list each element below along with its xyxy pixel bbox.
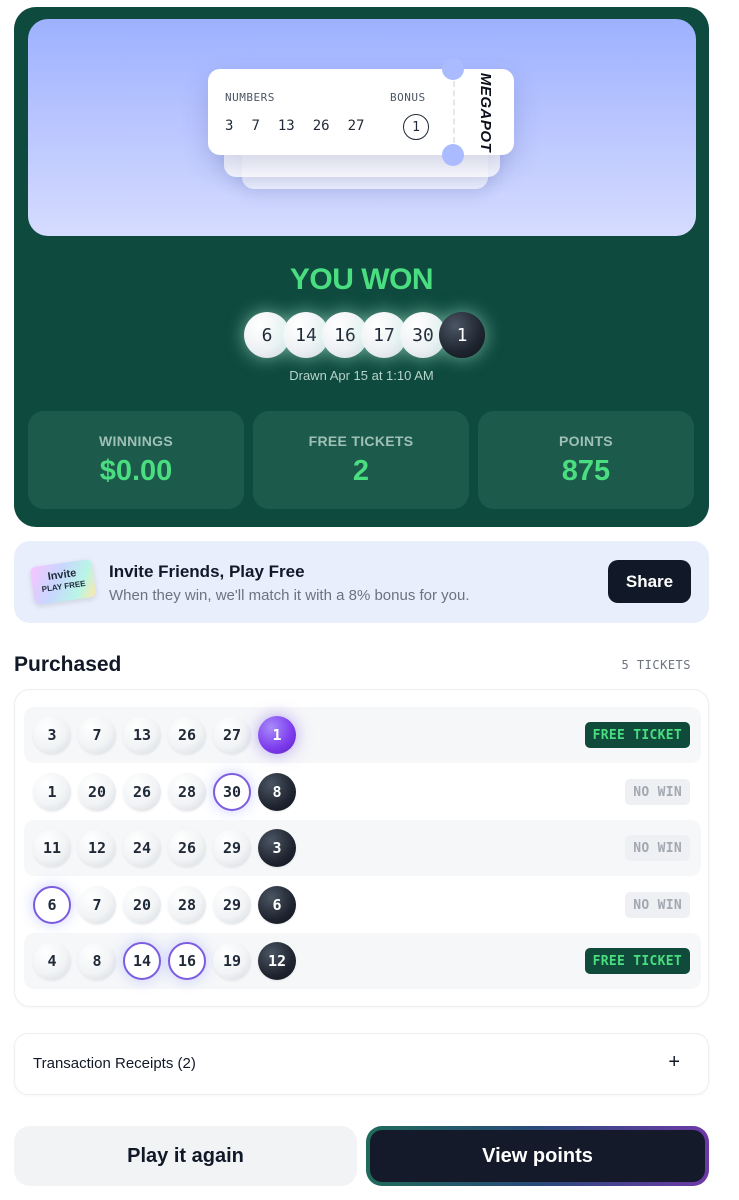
ticket-ball: 20 [123,886,161,924]
draw-timestamp: Drawn Apr 15 at 1:10 AM [289,368,434,383]
stat-value: $0.00 [99,455,173,487]
purchased-tickets-list: 3 7 13 26 27 1 FREE TICKET 1 20 26 28 30… [14,689,709,1007]
ticket-ball: 13 [123,716,161,754]
ticket-bonus-ball-matched: 1 [258,716,296,754]
ticket-ball: 26 [168,716,206,754]
brand-logo: MEGAPOT [477,72,495,152]
ticket-notch-bottom [442,144,464,166]
ticket-illustration: NUMBERS BONUS 3 7 13 26 27 1 MEGAPOT [28,19,696,236]
ticket-bonus-ball: 3 [258,829,296,867]
ticket-numbers: 1 20 26 28 30 8 [33,773,296,811]
expand-plus-icon[interactable]: + [668,1051,680,1074]
invite-banner: Invite PLAY FREE Invite Friends, Play Fr… [14,541,709,623]
ticket-row[interactable]: 6 7 20 28 29 6 NO WIN [24,877,701,933]
purchased-title: Purchased [14,653,122,676]
result-title: YOU WON [289,263,434,296]
result-badge-win: FREE TICKET [584,722,690,748]
ticket-ball-matched: 14 [123,942,161,980]
ticket-bonus-ball: 12 [258,942,296,980]
receipts-label: Transaction Receipts (2) [33,1055,196,1072]
ticket-ball: 27 [213,716,251,754]
ticket-preview: NUMBERS BONUS 3 7 13 26 27 1 MEGAPOT [208,58,514,166]
ticket-bonus-number: 1 [403,114,429,140]
ticket-bonus-ball: 8 [258,773,296,811]
drawn-bonus-ball: 1 [439,312,485,358]
ticket-numbers-label: NUMBERS [225,91,275,104]
ticket-numbers: 3 7 13 26 27 1 [33,716,296,754]
transaction-receipts-accordion[interactable]: Transaction Receipts (2) + [14,1033,709,1095]
ticket-ball: 4 [33,942,71,980]
ticket-ball: 19 [213,942,251,980]
ticket-row[interactable]: 4 8 14 16 19 12 FREE TICKET [24,933,701,989]
ticket-ball: 7 [78,886,116,924]
ticket-number: 3 [225,118,234,134]
stat-free-tickets: FREE TICKETS 2 [253,411,469,509]
ticket-numbers: 6 7 20 28 29 6 [33,886,296,924]
ticket-ball: 7 [78,716,116,754]
ticket-notch-top [442,58,464,80]
ticket-ball: 11 [33,829,71,867]
view-points-button[interactable]: View points [366,1126,709,1186]
ticket-ball: 20 [78,773,116,811]
invite-ticket-icon: Invite PLAY FREE [29,558,97,606]
ticket-number: 27 [347,118,365,134]
share-button[interactable]: Share [608,560,691,603]
invite-subtitle: When they win, we'll match it with a 8% … [109,587,470,604]
ticket-number: 13 [277,118,295,134]
ticket-ball-matched: 30 [213,773,251,811]
stat-points: POINTS 875 [478,411,694,509]
result-badge-win: FREE TICKET [584,948,690,974]
ticket-ball: 8 [78,942,116,980]
stat-label: FREE TICKETS [308,433,414,449]
ticket-ball: 3 [33,716,71,754]
ticket-ball-matched: 6 [33,886,71,924]
ticket-numbers: 4 8 14 16 19 12 [33,942,296,980]
ticket-number: 26 [312,118,330,134]
ticket-ball-matched: 16 [168,942,206,980]
stat-label: WINNINGS [99,433,173,449]
stats-row: WINNINGS $0.00 FREE TICKETS 2 POINTS 875 [28,411,694,509]
ticket-divider [453,81,455,143]
stat-winnings: WINNINGS $0.00 [28,411,244,509]
ticket-ball: 28 [168,773,206,811]
stat-value: 875 [561,455,611,487]
drawn-numbers: 6 14 16 17 30 1 [244,312,485,358]
ticket-ball: 29 [213,829,251,867]
ticket-numbers: 3 7 13 26 27 [225,118,382,134]
ticket-bonus-label: BONUS [390,91,426,104]
result-badge-no-win: NO WIN [625,835,690,861]
ticket-row[interactable]: 11 12 24 26 29 3 NO WIN [24,820,701,876]
result-badge-no-win: NO WIN [625,892,690,918]
ticket-ball: 24 [123,829,161,867]
ticket-ball: 26 [168,829,206,867]
result-hero: NUMBERS BONUS 3 7 13 26 27 1 MEGAPOT YOU… [14,7,709,527]
ticket-row[interactable]: 1 20 26 28 30 8 NO WIN [24,764,701,820]
stat-value: 2 [352,455,370,487]
ticket-row[interactable]: 3 7 13 26 27 1 FREE TICKET [24,707,701,763]
invite-title: Invite Friends, Play Free [109,562,305,581]
ticket-count: 5 TICKETS [621,658,691,672]
ticket-ball: 26 [123,773,161,811]
result-badge-no-win: NO WIN [625,779,690,805]
ticket-ball: 28 [168,886,206,924]
ticket-number: 7 [251,118,260,134]
ticket-numbers: 11 12 24 26 29 3 [33,829,296,867]
play-again-button[interactable]: Play it again [14,1126,357,1186]
ticket-bonus-ball: 6 [258,886,296,924]
stat-label: POINTS [559,433,613,449]
ticket-ball: 1 [33,773,71,811]
ticket-ball: 12 [78,829,116,867]
ticket-ball: 29 [213,886,251,924]
